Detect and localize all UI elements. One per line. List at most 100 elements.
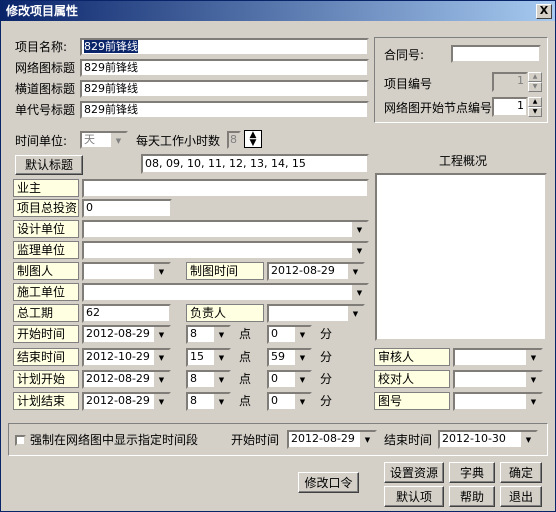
hour-unit-label: 点	[239, 372, 252, 386]
schedule-row-label: 开始时间	[13, 325, 79, 343]
chevron-down-icon: ▼	[294, 372, 310, 387]
schedule-minute-value: 0	[271, 394, 278, 407]
chevron-down-icon: ▼	[153, 372, 169, 387]
chevron-down-icon: ▼	[153, 327, 169, 342]
project-name-input[interactable]: 829前锋线	[80, 38, 369, 56]
net-title-label: 网络图标题	[15, 61, 76, 75]
schedule-minute-select[interactable]: 0 ▼	[267, 370, 312, 389]
schedule-hour-value: 8	[190, 327, 197, 340]
schedule-hour-value: 8	[190, 394, 197, 407]
schedule-hour-select[interactable]: 8 ▼	[186, 392, 231, 411]
ok-button[interactable]: 确定	[500, 462, 542, 483]
investment-input[interactable]: 0	[82, 199, 172, 218]
minute-unit-label: 分	[320, 394, 333, 408]
chevron-down-icon: ▼	[213, 394, 229, 409]
construct-unit-select[interactable]: ▼	[82, 283, 369, 302]
start-node-spin-down[interactable]: ▼	[528, 107, 542, 117]
schedule-hour-select[interactable]: 8 ▼	[186, 370, 231, 389]
exit-button[interactable]: 退出	[500, 486, 542, 507]
time-unit-label: 时间单位:	[15, 134, 68, 148]
supervise-unit-select[interactable]: ▼	[82, 241, 369, 260]
hour-unit-label: 点	[239, 327, 252, 341]
help-button[interactable]: 帮助	[449, 486, 495, 507]
chevron-down-icon: ▼	[351, 243, 367, 258]
overview-label: 工程概况	[439, 154, 488, 168]
force-end-value: 2012-10-30	[442, 432, 506, 445]
force-end-select[interactable]: 2012-10-30 ▼	[438, 430, 538, 449]
chevron-down-icon: ▼	[153, 394, 169, 409]
chevron-down-icon: ▼	[294, 327, 310, 342]
force-display-checkbox[interactable]	[15, 435, 26, 446]
minute-unit-label: 分	[320, 350, 333, 364]
reviewer-label: 审核人	[374, 348, 450, 366]
chevron-down-icon: ▼	[351, 222, 367, 237]
chevron-down-icon: ▼	[213, 327, 229, 342]
schedule-date-value: 2012-08-29	[86, 327, 150, 340]
design-unit-select[interactable]: ▼	[82, 220, 369, 239]
drafter-select[interactable]: ▼	[82, 262, 171, 281]
hour-unit-label: 点	[239, 394, 252, 408]
draw-time-label: 制图时间	[186, 262, 264, 280]
change-password-button[interactable]: 修改口令	[298, 472, 359, 493]
design-unit-label: 设计单位	[13, 220, 79, 238]
overview-textarea[interactable]	[375, 173, 547, 341]
force-start-select[interactable]: 2012-08-29 ▼	[287, 430, 377, 449]
minute-unit-label: 分	[320, 372, 333, 386]
manager-select[interactable]: ▼	[267, 304, 365, 323]
schedule-row-label: 计划结束	[13, 392, 79, 410]
hours-input[interactable]: 8	[227, 131, 241, 149]
contract-label: 合同号:	[384, 48, 425, 62]
default-title-button[interactable]: 默认标题	[15, 155, 83, 175]
time-unit-select[interactable]: 天 ▼	[80, 131, 128, 149]
project-no-label: 项目编号	[384, 77, 433, 91]
schedule-date-value: 2012-10-29	[86, 350, 150, 363]
force-start-value: 2012-08-29	[291, 432, 355, 445]
set-resource-button[interactable]: 设置资源	[384, 462, 444, 483]
hours-toggle-icon[interactable]: ▲ ▼	[244, 130, 262, 148]
default-button[interactable]: 默认项	[384, 486, 444, 507]
close-button[interactable]: X	[536, 4, 552, 19]
hour-unit-label: 点	[239, 350, 252, 364]
hours-list-input[interactable]: 08, 09, 10, 11, 12, 13, 14, 15	[141, 154, 369, 174]
schedule-hour-select[interactable]: 8 ▼	[186, 325, 231, 344]
chevron-down-icon: ▼	[347, 306, 363, 321]
supervise-unit-label: 监理单位	[13, 241, 79, 259]
checker-select[interactable]: ▼	[453, 370, 543, 389]
start-node-input[interactable]: 1	[492, 97, 528, 117]
draw-time-select[interactable]: 2012-08-29 ▼	[267, 262, 365, 281]
code-title-label: 单代号标题	[15, 103, 76, 117]
schedule-minute-select[interactable]: 59 ▼	[267, 348, 312, 367]
dictionary-button[interactable]: 字典	[449, 462, 495, 483]
schedule-date-select[interactable]: 2012-08-29 ▼	[82, 370, 171, 389]
project-properties-dialog: 修改项目属性 X 项目名称: 829前锋线 网络图标题 829前锋线 横道图标题…	[0, 0, 556, 512]
schedule-minute-select[interactable]: 0 ▼	[267, 392, 312, 411]
schedule-date-select[interactable]: 2012-10-29 ▼	[82, 348, 171, 367]
bar-title-input[interactable]: 829前锋线	[80, 80, 369, 98]
reviewer-select[interactable]: ▼	[453, 348, 543, 367]
duration-input[interactable]: 62	[82, 304, 171, 323]
chevron-down-icon: ▼	[525, 394, 541, 409]
schedule-date-select[interactable]: 2012-08-29 ▼	[82, 325, 171, 344]
project-no-input[interactable]: 1	[492, 72, 528, 92]
chevron-down-icon: ▼	[525, 350, 541, 365]
schedule-minute-select[interactable]: 0 ▼	[267, 325, 312, 344]
bar-title-label: 横道图标题	[15, 82, 76, 96]
chevron-down-icon: ▼	[153, 350, 169, 365]
owner-input[interactable]	[82, 179, 369, 198]
schedule-hour-select[interactable]: 15 ▼	[186, 348, 231, 367]
project-name-label: 项目名称:	[15, 40, 68, 54]
project-no-spin-up[interactable]: ▲	[528, 72, 542, 82]
schedule-date-value: 2012-08-29	[86, 394, 150, 407]
chevron-down-icon: ▼	[153, 264, 169, 279]
chevron-down-icon: ▼	[213, 350, 229, 365]
schedule-date-select[interactable]: 2012-08-29 ▼	[82, 392, 171, 411]
schedule-hour-value: 15	[190, 350, 204, 363]
figure-no-select[interactable]: ▼	[453, 392, 543, 411]
project-no-spin-down[interactable]: ▼	[528, 82, 542, 92]
net-title-input[interactable]: 829前锋线	[80, 59, 369, 77]
hours-label: 每天工作小时数	[136, 134, 221, 148]
contract-input[interactable]	[451, 45, 541, 63]
chevron-down-icon: ▼	[359, 432, 375, 447]
code-title-input[interactable]: 829前锋线	[80, 101, 369, 119]
start-node-spin-up[interactable]: ▲	[528, 97, 542, 107]
